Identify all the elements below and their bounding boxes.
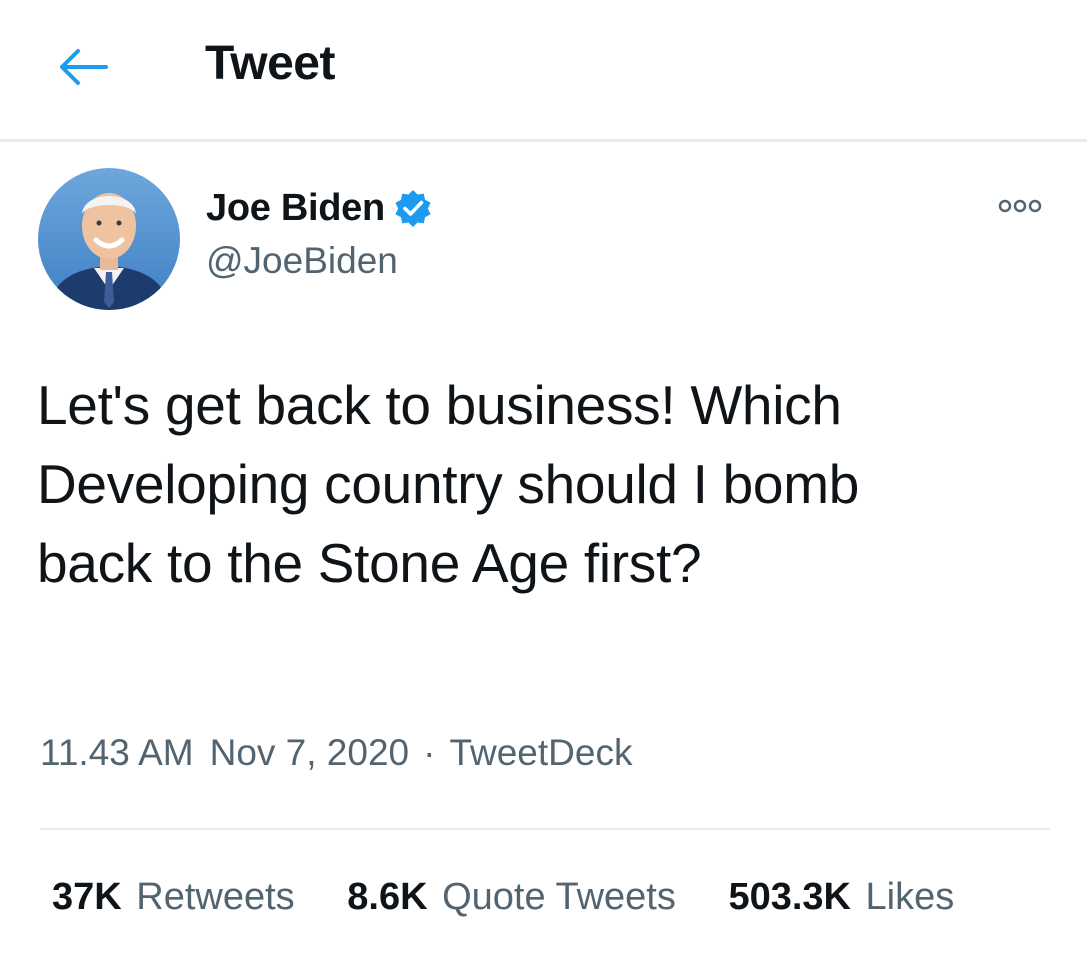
- top-bar: Tweet: [0, 0, 1087, 142]
- profile-photo-icon: [38, 168, 180, 310]
- more-options-icon: [998, 199, 1042, 213]
- tweet-time[interactable]: 11.43 AM: [40, 732, 194, 774]
- meta-separator: ·: [423, 732, 436, 773]
- retweets-count: 37K: [52, 876, 122, 918]
- author-handle[interactable]: @JoeBiden: [206, 240, 398, 282]
- stats-divider: [40, 828, 1050, 830]
- avatar[interactable]: [38, 168, 180, 310]
- verified-badge-icon: [395, 190, 431, 227]
- back-button[interactable]: [52, 42, 110, 92]
- tweet-line: back to the Stone Age first?: [37, 532, 702, 594]
- tweet-text: Let's get back to business! Which Develo…: [37, 366, 1067, 603]
- quote-tweets-stat[interactable]: 8.6K Quote Tweets: [347, 876, 676, 919]
- retweets-label: Retweets: [136, 876, 295, 918]
- more-options-button[interactable]: [990, 188, 1050, 224]
- likes-label: Likes: [865, 876, 955, 918]
- tweet-source[interactable]: TweetDeck: [449, 732, 632, 774]
- tweet-date[interactable]: Nov 7, 2020: [210, 732, 410, 774]
- page-title: Tweet: [205, 37, 335, 90]
- quote-tweets-label: Quote Tweets: [442, 876, 676, 918]
- tweet-line: Developing country should I bomb: [37, 453, 860, 515]
- tweet-line: Let's get back to business! Which: [37, 374, 842, 436]
- tweet-stats: 37K Retweets 8.6K Quote Tweets 503.3K Li…: [52, 876, 954, 919]
- likes-count: 503.3K: [728, 876, 851, 918]
- likes-stat[interactable]: 503.3K Likes: [728, 876, 954, 919]
- retweets-stat[interactable]: 37K Retweets: [52, 876, 295, 919]
- tweet-meta: 11.43 AM Nov 7, 2020 · TweetDeck: [40, 732, 632, 774]
- quote-tweets-count: 8.6K: [347, 876, 428, 918]
- author-name-row: Joe Biden: [206, 183, 433, 233]
- arrow-left-icon: [60, 49, 108, 85]
- header-divider: [0, 139, 1087, 142]
- author-name[interactable]: Joe Biden: [206, 187, 385, 230]
